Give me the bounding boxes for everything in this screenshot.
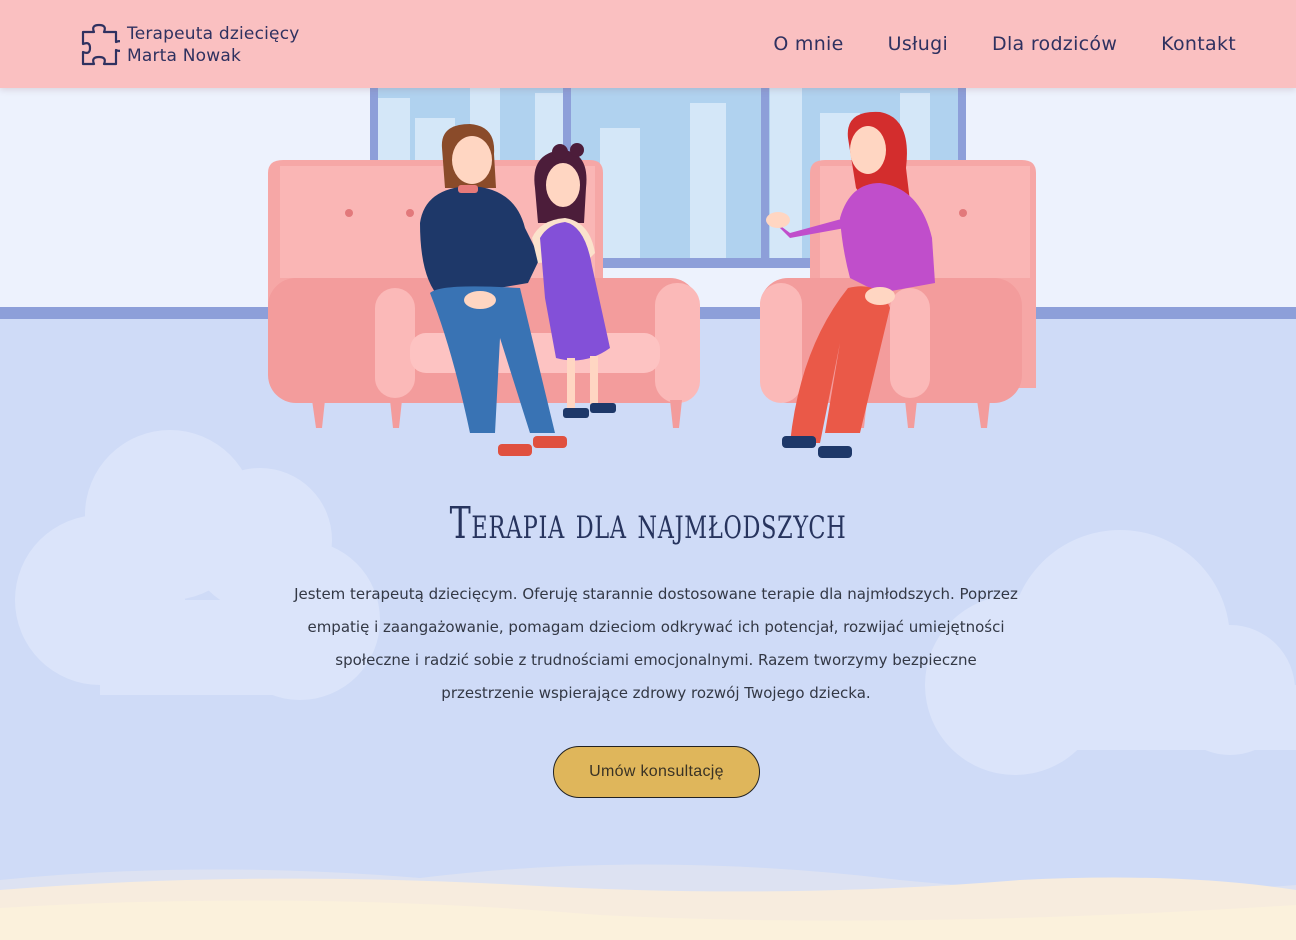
hero-description: Jestem terapeutą dziecięcym. Oferuję sta… [294, 585, 1018, 702]
page: Terapeuta dziecięcy Marta Nowak O mnie U… [0, 0, 1296, 940]
nav-item-uslugi[interactable]: Usługi [888, 33, 948, 55]
logo-line-1: Terapeuta dziecięcy [127, 24, 300, 44]
logo-text: Terapeuta dziecięcy Marta Nowak [127, 23, 300, 67]
main-nav: O mnie Usługi Dla rodziców Kontakt [729, 33, 1236, 55]
site-header: Terapeuta dziecięcy Marta Nowak O mnie U… [0, 0, 1296, 88]
logo-line-2: Marta Nowak [127, 46, 242, 66]
nav-item-dla-rodzicow[interactable]: Dla rodziców [992, 33, 1117, 55]
therapy-illustration [268, 88, 1036, 458]
bottom-waves-decoration [0, 864, 1296, 940]
book-consultation-button[interactable]: Umów konsultację [553, 746, 760, 798]
puzzle-icon [81, 23, 120, 66]
site-logo[interactable]: Terapeuta dziecięcy Marta Nowak [80, 22, 300, 68]
nav-item-o-mnie[interactable]: O mnie [773, 33, 843, 55]
hero-title: Terapia dla najmłodszych [449, 498, 847, 549]
nav-item-kontakt[interactable]: Kontakt [1161, 33, 1236, 55]
